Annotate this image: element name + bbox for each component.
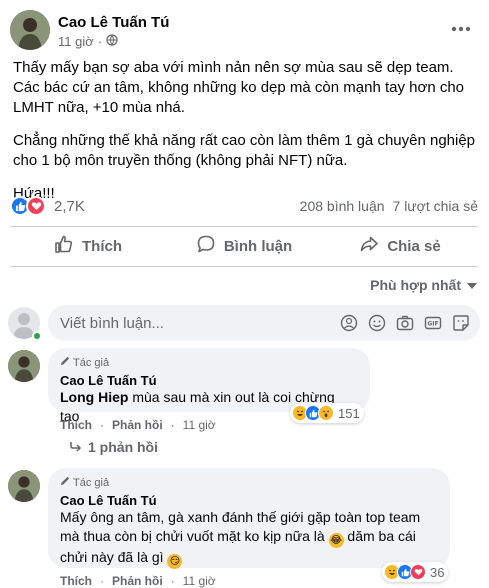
post-paragraph: Thấy mấy bạn sợ aba với mình nản nên sợ … (13, 59, 465, 116)
mention-link[interactable]: Long Hiep (60, 389, 128, 405)
comment-sort-dropdown[interactable]: Phù hợp nhất (370, 277, 477, 293)
post-author-name[interactable]: Cao Lê Tuấn Tú (58, 14, 169, 31)
laughing-emoji-icon: 😂 (328, 533, 344, 548)
divider (10, 226, 478, 227)
comment-text-segment: dăm ba cái (343, 528, 416, 544)
comment-input[interactable]: Viết bình luận... GIF (48, 305, 480, 341)
comment-composer: Viết bình luận... GIF (8, 305, 480, 341)
author-badge: Tác giả (60, 476, 438, 489)
smirk-emoji-icon: 😏 (167, 554, 183, 569)
share-button[interactable]: Chia sẻ (322, 230, 478, 262)
comment-button[interactable]: Bình luận (166, 230, 322, 262)
comment-text-line: mà thua còn bị chửi vuốt mặt ko kịp nữa … (60, 527, 438, 548)
svg-text:GIF: GIF (427, 321, 438, 328)
camera-icon[interactable] (396, 314, 414, 332)
reactions-summary: 2,7K 208 bình luận 7 lượt chia sẻ (10, 194, 478, 218)
pencil-icon (60, 476, 70, 489)
author-badge-label: Tác giả (73, 476, 110, 489)
comment-like-button[interactable]: Thích (60, 574, 92, 588)
comment-item: Tác giả Cao Lê Tuấn Tú Mấy ông an tâm, g… (8, 468, 480, 588)
share-arrow-icon (359, 234, 379, 258)
comment-label: Bình luận (223, 237, 293, 255)
sticker-icon[interactable] (452, 314, 470, 332)
globe-icon (106, 34, 118, 49)
avatar-sticker-icon[interactable] (340, 314, 358, 332)
author-badge: Tác giả (60, 356, 358, 369)
gif-icon[interactable]: GIF (424, 314, 442, 332)
comment-reaction-count: 151 (338, 405, 360, 421)
speech-bubble-icon (196, 234, 216, 258)
view-replies-link[interactable]: 1 phản hồi (70, 439, 158, 455)
post-paragraph: Chẳng những thế khả năng rất cao còn làm… (13, 132, 476, 169)
post-time[interactable]: 11 giờ (58, 34, 94, 49)
comment-reactions[interactable]: 36 (382, 562, 449, 582)
comments-count[interactable]: 208 bình luận (300, 198, 385, 214)
comment-input-placeholder: Viết bình luận... (60, 314, 164, 332)
reply-arrow-icon (70, 439, 82, 455)
author-badge-label: Tác giả (73, 356, 110, 369)
comment-actions: Thích · Phản hồi · 11 giờ (60, 418, 216, 432)
comment-author-name[interactable]: Cao Lê Tuấn Tú (60, 373, 358, 388)
comment-like-button[interactable]: Thích (60, 418, 92, 432)
comment-text-segment: mà thua còn bị chửi vuốt mặt ko kịp nữa … (60, 528, 329, 544)
post-actions: Thích Bình luận Chia sẻ (10, 230, 478, 262)
comment-time[interactable]: 11 giờ (183, 418, 216, 432)
wow-reaction-icon (318, 405, 334, 421)
pencil-icon (60, 356, 70, 369)
comment-reply-button[interactable]: Phản hồi (112, 574, 163, 588)
comment-text-line: Mấy ông an tâm, gà xanh đánh thế giới gặ… (60, 509, 421, 525)
replies-count: 1 phản hồi (88, 439, 158, 455)
author-avatar[interactable] (10, 10, 50, 50)
comment-text-segment: chửi này đã là gì (60, 549, 168, 565)
comment-actions: Thích · Phản hồi · 11 giờ (60, 574, 216, 588)
love-reaction-icon (410, 564, 426, 580)
shares-count[interactable]: 7 lượt chia sẻ (393, 198, 478, 214)
like-label: Thích (82, 237, 122, 255)
post-meta: 11 giờ · (58, 34, 118, 49)
online-status-dot (32, 331, 42, 341)
comment-item: Tác giả Cao Lê Tuấn Tú Long Hiep mùa sau… (8, 348, 480, 458)
emoji-icon[interactable] (368, 314, 386, 332)
thumbs-up-icon (54, 234, 74, 258)
comment-reactions[interactable]: 151 (290, 403, 364, 423)
like-button[interactable]: Thích (10, 230, 166, 262)
love-reaction-icon (26, 196, 46, 216)
caret-down-icon (467, 277, 477, 293)
comment-author-name[interactable]: Cao Lê Tuấn Tú (60, 493, 438, 508)
post-header: Cao Lê Tuấn Tú 11 giờ · (10, 10, 480, 54)
divider (10, 266, 478, 267)
comment-reply-button[interactable]: Phản hồi (112, 418, 163, 432)
comment-reaction-count: 36 (430, 564, 445, 580)
comment-text: Mấy ông an tâm, gà xanh đánh thế giới gặ… (60, 508, 438, 569)
comment-bubble: Tác giả Cao Lê Tuấn Tú Mấy ông an tâm, g… (48, 468, 450, 569)
share-label: Chia sẻ (387, 237, 441, 255)
reaction-icons[interactable] (10, 196, 46, 216)
comment-author-avatar[interactable] (8, 350, 40, 382)
comment-time[interactable]: 11 giờ (183, 574, 216, 588)
reaction-count[interactable]: 2,7K (54, 198, 85, 215)
sort-label: Phù hợp nhất (370, 277, 461, 293)
comment-author-avatar[interactable] (8, 470, 40, 502)
comment-text-line: chửi này đã là gì 😏 (60, 548, 438, 569)
more-options-icon[interactable] (446, 14, 476, 44)
